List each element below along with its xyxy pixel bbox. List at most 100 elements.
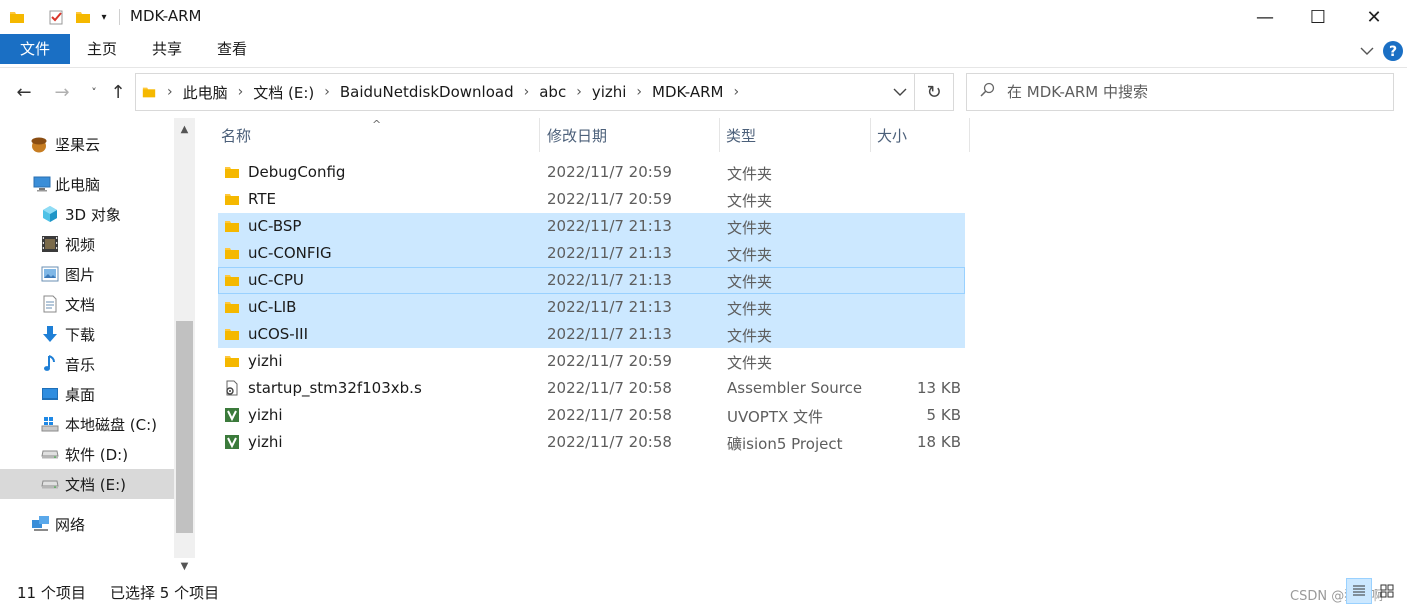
- column-header-date[interactable]: 修改日期: [541, 118, 719, 152]
- file-name: uC-CPU: [248, 271, 304, 289]
- nutstore-icon: [29, 134, 49, 154]
- address-history-chevron-icon[interactable]: [890, 82, 910, 102]
- breadcrumb-chevron-icon[interactable]: ›: [631, 84, 647, 100]
- breadcrumb-chevron-icon[interactable]: ›: [319, 84, 335, 100]
- file-row[interactable]: uC-BSP 2022/11/7 21:13 文件夹: [218, 213, 965, 240]
- breadcrumb-chevron-icon[interactable]: ›: [233, 84, 249, 100]
- breadcrumb-baidu[interactable]: BaiduNetdiskDownload: [335, 83, 519, 101]
- column-divider[interactable]: [539, 118, 540, 152]
- customize-dropdown-icon[interactable]: ▾: [98, 6, 110, 28]
- file-date: 2022/11/7 21:13: [547, 271, 672, 289]
- keil-uvision-icon: [224, 434, 240, 450]
- file-row[interactable]: RTE 2022/11/7 20:59 文件夹: [218, 186, 965, 213]
- close-button[interactable]: ✕: [1346, 0, 1402, 34]
- sidebar-item-drive-e[interactable]: 文档 (E:): [0, 469, 174, 499]
- properties-checkmark-icon[interactable]: [46, 6, 66, 28]
- breadcrumb-abc[interactable]: abc: [534, 83, 571, 101]
- file-name: DebugConfig: [248, 163, 346, 181]
- sidebar-item-downloads[interactable]: 下载: [0, 319, 174, 349]
- file-row[interactable]: startup_stm32f103xb.s 2022/11/7 20:58 Asse…: [218, 375, 965, 402]
- videos-icon: [40, 234, 60, 254]
- nav-scrollbar[interactable]: ▲ ▼: [174, 118, 195, 572]
- file-name: uCOS-III: [248, 325, 308, 343]
- folder-icon: [224, 326, 240, 342]
- sidebar-item-music[interactable]: 音乐: [0, 349, 174, 379]
- file-row[interactable]: uC-LIB 2022/11/7 21:13 文件夹: [218, 294, 965, 321]
- sidebar-item-this-pc[interactable]: 此电脑: [0, 169, 174, 199]
- scroll-thumb[interactable]: [176, 321, 193, 533]
- large-icons-view-icon[interactable]: [1374, 578, 1400, 604]
- folder-icon[interactable]: [8, 6, 26, 28]
- recent-locations-chevron-icon[interactable]: ˅: [82, 80, 106, 104]
- folder-icon: [224, 164, 240, 180]
- file-date: 2022/11/7 20:58: [547, 379, 672, 397]
- minimize-button[interactable]: —: [1237, 0, 1293, 34]
- back-arrow-icon[interactable]: ←: [12, 80, 36, 104]
- sidebar-item-label: 桌面: [65, 385, 96, 404]
- sidebar-item-label: 图片: [65, 265, 96, 284]
- file-row[interactable]: uC-CPU 2022/11/7 21:13 文件夹: [218, 267, 965, 294]
- file-row[interactable]: yizhi 2022/11/7 20:58 UVOPTX 文件 5 KB: [218, 402, 965, 429]
- file-row[interactable]: yizhi 2022/11/7 20:58 礦ision5 Project 18 KB: [218, 429, 965, 456]
- forward-arrow-icon[interactable]: →: [50, 80, 74, 104]
- file-name: RTE: [248, 190, 276, 208]
- file-type: 文件夹: [727, 327, 773, 345]
- new-folder-icon[interactable]: [74, 6, 92, 28]
- up-arrow-icon[interactable]: ↑: [106, 80, 130, 104]
- breadcrumb-drive-e[interactable]: 文档 (E:): [248, 82, 319, 103]
- sidebar-item-nutstore[interactable]: 坚果云: [0, 129, 174, 159]
- file-date: 2022/11/7 20:58: [547, 406, 672, 424]
- file-row[interactable]: yizhi 2022/11/7 20:59 文件夹: [218, 348, 965, 375]
- file-name: uC-LIB: [248, 298, 297, 316]
- file-list: ^ 名称 修改日期 类型 大小 DebugConfig 2022/11/7 20:…: [196, 118, 1407, 558]
- breadcrumb-yizhi[interactable]: yizhi: [587, 83, 632, 101]
- tab-view[interactable]: 查看: [200, 34, 264, 64]
- column-header-size[interactable]: 大小: [871, 118, 969, 152]
- folder-icon: [224, 299, 240, 315]
- details-view-icon[interactable]: [1346, 578, 1372, 604]
- breadcrumb-mdk-arm[interactable]: MDK-ARM: [647, 83, 728, 101]
- breadcrumb-chevron-icon[interactable]: ›: [571, 84, 587, 100]
- file-type: 礦ision5 Project: [727, 435, 843, 453]
- column-header-type[interactable]: 类型: [720, 118, 870, 152]
- tab-home[interactable]: 主页: [70, 34, 134, 64]
- title-divider: [119, 9, 120, 25]
- sidebar-item-desktop[interactable]: 桌面: [0, 379, 174, 409]
- scroll-down-arrow-icon[interactable]: ▼: [174, 555, 195, 577]
- search-input[interactable]: [1007, 83, 1377, 101]
- breadcrumb-chevron-icon[interactable]: ›: [519, 84, 535, 100]
- scroll-up-arrow-icon[interactable]: ▲: [174, 118, 195, 140]
- sidebar-item-drive-c[interactable]: 本地磁盘 (C:): [0, 409, 174, 439]
- file-date: 2022/11/7 20:59: [547, 190, 672, 208]
- refresh-icon[interactable]: ↻: [914, 73, 954, 111]
- downloads-icon: [40, 324, 60, 344]
- column-divider[interactable]: [969, 118, 970, 152]
- search-box[interactable]: [966, 73, 1394, 111]
- keil-uvision-icon: [224, 407, 240, 423]
- maximize-button[interactable]: ☐: [1290, 0, 1346, 34]
- tab-file[interactable]: 文件: [0, 34, 70, 64]
- sidebar-item-network[interactable]: 网络: [0, 509, 174, 539]
- file-size: 5 KB: [926, 406, 961, 424]
- sidebar-item-label: 视频: [65, 235, 96, 254]
- file-type: 文件夹: [727, 192, 773, 210]
- file-row[interactable]: uC-CONFIG 2022/11/7 21:13 文件夹: [218, 240, 965, 267]
- svg-text:?: ?: [1389, 44, 1397, 60]
- sidebar-item-3d-objects[interactable]: 3D 对象: [0, 199, 174, 229]
- sidebar-item-label: 网络: [55, 515, 86, 534]
- sidebar-item-label: 软件 (D:): [65, 445, 129, 464]
- tab-share[interactable]: 共享: [135, 34, 199, 64]
- sidebar-item-drive-d[interactable]: 软件 (D:): [0, 439, 174, 469]
- breadcrumb-chevron-icon[interactable]: ›: [728, 84, 744, 100]
- help-icon[interactable]: ?: [1382, 40, 1404, 62]
- address-bar[interactable]: › 此电脑 › 文档 (E:) › BaiduNetdiskDownload ›…: [135, 73, 915, 111]
- sidebar-item-videos[interactable]: 视频: [0, 229, 174, 259]
- file-row[interactable]: DebugConfig 2022/11/7 20:59 文件夹: [218, 159, 965, 186]
- sidebar-item-pictures[interactable]: 图片: [0, 259, 174, 289]
- breadcrumb-this-pc[interactable]: 此电脑: [178, 82, 233, 103]
- sidebar-item-documents[interactable]: 文档: [0, 289, 174, 319]
- breadcrumb-chevron-icon[interactable]: ›: [162, 84, 178, 100]
- column-header-name[interactable]: 名称: [215, 118, 540, 152]
- expand-ribbon-chevron-icon[interactable]: [1358, 40, 1376, 62]
- file-row[interactable]: uCOS-III 2022/11/7 21:13 文件夹: [218, 321, 965, 348]
